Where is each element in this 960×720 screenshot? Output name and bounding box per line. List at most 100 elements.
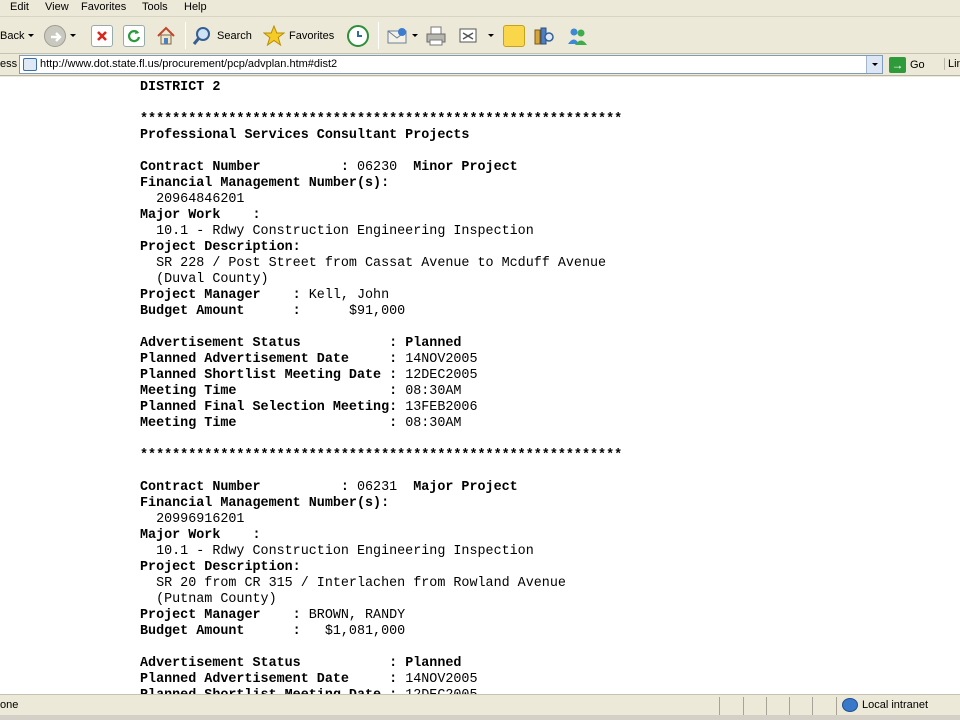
address-dropdown-button[interactable] [866, 56, 882, 73]
document-line: Planned Shortlist Meeting Date : 12DEC20… [140, 368, 622, 384]
document-line: ****************************************… [140, 112, 622, 128]
document-line: Project Manager : Kell, John [140, 288, 622, 304]
status-pane [743, 697, 744, 715]
favorites-star-icon [262, 24, 286, 47]
line-segment: 14NOV2005 [405, 672, 478, 687]
line-segment: BROWN, RANDY [308, 608, 406, 623]
printer-icon [425, 25, 447, 47]
line-segment: 08:30AM [405, 384, 462, 399]
menu-edit[interactable]: Edit [9, 1, 30, 13]
document-line: Meeting Time : 08:30AM [140, 384, 622, 400]
document-line: Planned Final Selection Meeting: 13FEB20… [140, 400, 622, 416]
refresh-button[interactable] [123, 17, 145, 54]
line-segment: Contract Number : [140, 480, 357, 495]
document-line: 20996916201 [140, 512, 622, 528]
line-segment: Project Manager : [140, 608, 309, 623]
stop-button[interactable] [91, 17, 113, 54]
document-line: Contract Number : 06231 Major Project [140, 480, 622, 496]
line-segment: $1,081,000 [324, 624, 406, 639]
line-segment: Financial Management Number(s): [140, 176, 390, 191]
security-zone[interactable]: Local intranet [842, 698, 928, 712]
refresh-icon [123, 24, 145, 47]
intranet-globe-icon [842, 698, 858, 712]
line-segment: 20964846201 [140, 192, 245, 207]
line-segment: (Putnam County) [140, 592, 277, 607]
messenger-people-icon [566, 25, 588, 47]
status-pane [836, 697, 837, 715]
line-segment: Advertisement Status : [140, 656, 406, 671]
document-line: 10.1 - Rdwy Construction Engineering Ins… [140, 224, 622, 240]
chevron-down-icon [871, 63, 878, 66]
line-segment: Major Project [413, 480, 518, 495]
favorites-button[interactable]: Favorites [262, 17, 335, 54]
page-icon [23, 58, 37, 71]
toolbar: Back Search Favorites [0, 17, 960, 54]
line-segment: Major Work : [140, 208, 261, 223]
line-segment: Planned [405, 656, 462, 671]
line-segment: Planned Advertisement Date : [140, 352, 406, 367]
document-line: Financial Management Number(s): [140, 176, 622, 192]
document-line: 10.1 - Rdwy Construction Engineering Ins… [140, 544, 622, 560]
go-button[interactable]: → Go [889, 56, 925, 74]
links-label[interactable]: Lin [944, 58, 960, 70]
line-segment: $91,000 [348, 304, 406, 319]
line-segment: 08:30AM [405, 416, 462, 431]
back-label: Back [0, 29, 25, 42]
print-button[interactable] [425, 17, 447, 54]
line-segment: ****************************************… [140, 112, 623, 127]
note-icon [503, 24, 525, 47]
search-icon [191, 25, 213, 47]
document-line: Professional Services Consultant Project… [140, 128, 622, 144]
line-segment: Budget Amount : [140, 624, 325, 639]
line-segment: Kell, John [308, 288, 390, 303]
messenger-button[interactable] [566, 17, 588, 54]
line-segment: 14NOV2005 [405, 352, 478, 367]
document-line: DISTRICT 2 [140, 80, 622, 96]
status-pane [719, 697, 720, 715]
line-segment: Project Description: [140, 560, 301, 575]
forward-dropdown-icon[interactable] [70, 34, 76, 37]
home-icon [155, 25, 177, 47]
edit-dropdown-icon[interactable] [488, 34, 494, 37]
mail-dropdown-icon[interactable] [412, 34, 418, 37]
document-line: SR 228 / Post Street from Cassat Avenue … [140, 256, 622, 272]
favorites-label: Favorites [289, 29, 335, 42]
history-button[interactable] [347, 17, 369, 54]
document-line: Planned Advertisement Date : 14NOV2005 [140, 672, 622, 688]
document-line: Budget Amount : $1,081,000 [140, 624, 622, 640]
mail-button[interactable] [386, 17, 418, 54]
stop-icon [91, 24, 113, 47]
discuss-button[interactable] [503, 17, 525, 54]
taskbar-edge [0, 715, 960, 720]
menu-bar: Edit View Favorites Tools Help [0, 0, 960, 17]
home-button[interactable] [155, 17, 177, 54]
page-content[interactable]: DISTRICT 2 ******************************… [0, 77, 960, 694]
back-button[interactable]: Back [0, 17, 35, 54]
back-dropdown-icon[interactable] [28, 34, 35, 37]
menu-help[interactable]: Help [183, 1, 208, 13]
line-segment: Contract Number : [140, 160, 357, 175]
edit-button[interactable] [458, 17, 494, 54]
menu-tools[interactable]: Tools [141, 1, 169, 13]
menu-view[interactable]: View [44, 1, 70, 13]
document-line: Planned Advertisement Date : 14NOV2005 [140, 352, 622, 368]
line-segment: Major Work : [140, 528, 261, 543]
toolbar-separator [185, 22, 186, 49]
address-url[interactable]: http://www.dot.state.fl.us/procurement/p… [40, 58, 337, 70]
zone-label: Local intranet [862, 699, 929, 711]
search-button[interactable]: Search [191, 17, 252, 54]
document-line: Project Manager : BROWN, RANDY [140, 608, 622, 624]
address-label: ess [0, 58, 18, 70]
menu-favorites[interactable]: Favorites [80, 1, 127, 13]
research-button[interactable] [533, 17, 555, 54]
line-segment: Project Description: [140, 240, 301, 255]
line-segment: 20996916201 [140, 512, 245, 527]
toolbar-separator [378, 22, 379, 49]
forward-button[interactable] [44, 17, 76, 54]
document-line: Project Description: [140, 240, 622, 256]
document-line: ****************************************… [140, 448, 622, 464]
line-segment: Advertisement Status : [140, 336, 406, 351]
research-books-icon [533, 25, 555, 47]
address-field[interactable]: http://www.dot.state.fl.us/procurement/p… [19, 55, 883, 74]
